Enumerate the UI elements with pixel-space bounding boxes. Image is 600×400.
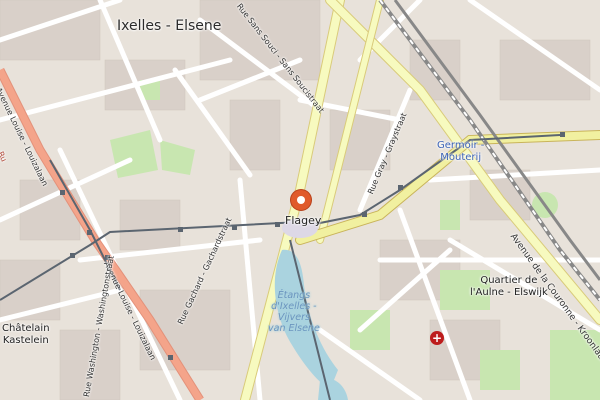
station-label-germoir: Germoir - Mouterij xyxy=(437,140,485,163)
district-label-chatelain: Châtelain Kastelein xyxy=(2,323,50,346)
map-view[interactable]: Ixelles - Elsene Châtelain Kastelein Qua… xyxy=(0,0,600,400)
district-label-aulne: Quartier de l'Aulne - Elswijk xyxy=(470,275,548,298)
district-label-ixelles: Ixelles - Elsene xyxy=(117,18,222,34)
place-label-flagey: Flagey xyxy=(285,214,322,227)
location-pin-icon[interactable] xyxy=(291,190,311,210)
hospital-cross-icon[interactable]: + xyxy=(430,331,444,345)
water-label-ponds: Étangs d'Ixelles - Vijvers van Elsene xyxy=(268,290,320,334)
